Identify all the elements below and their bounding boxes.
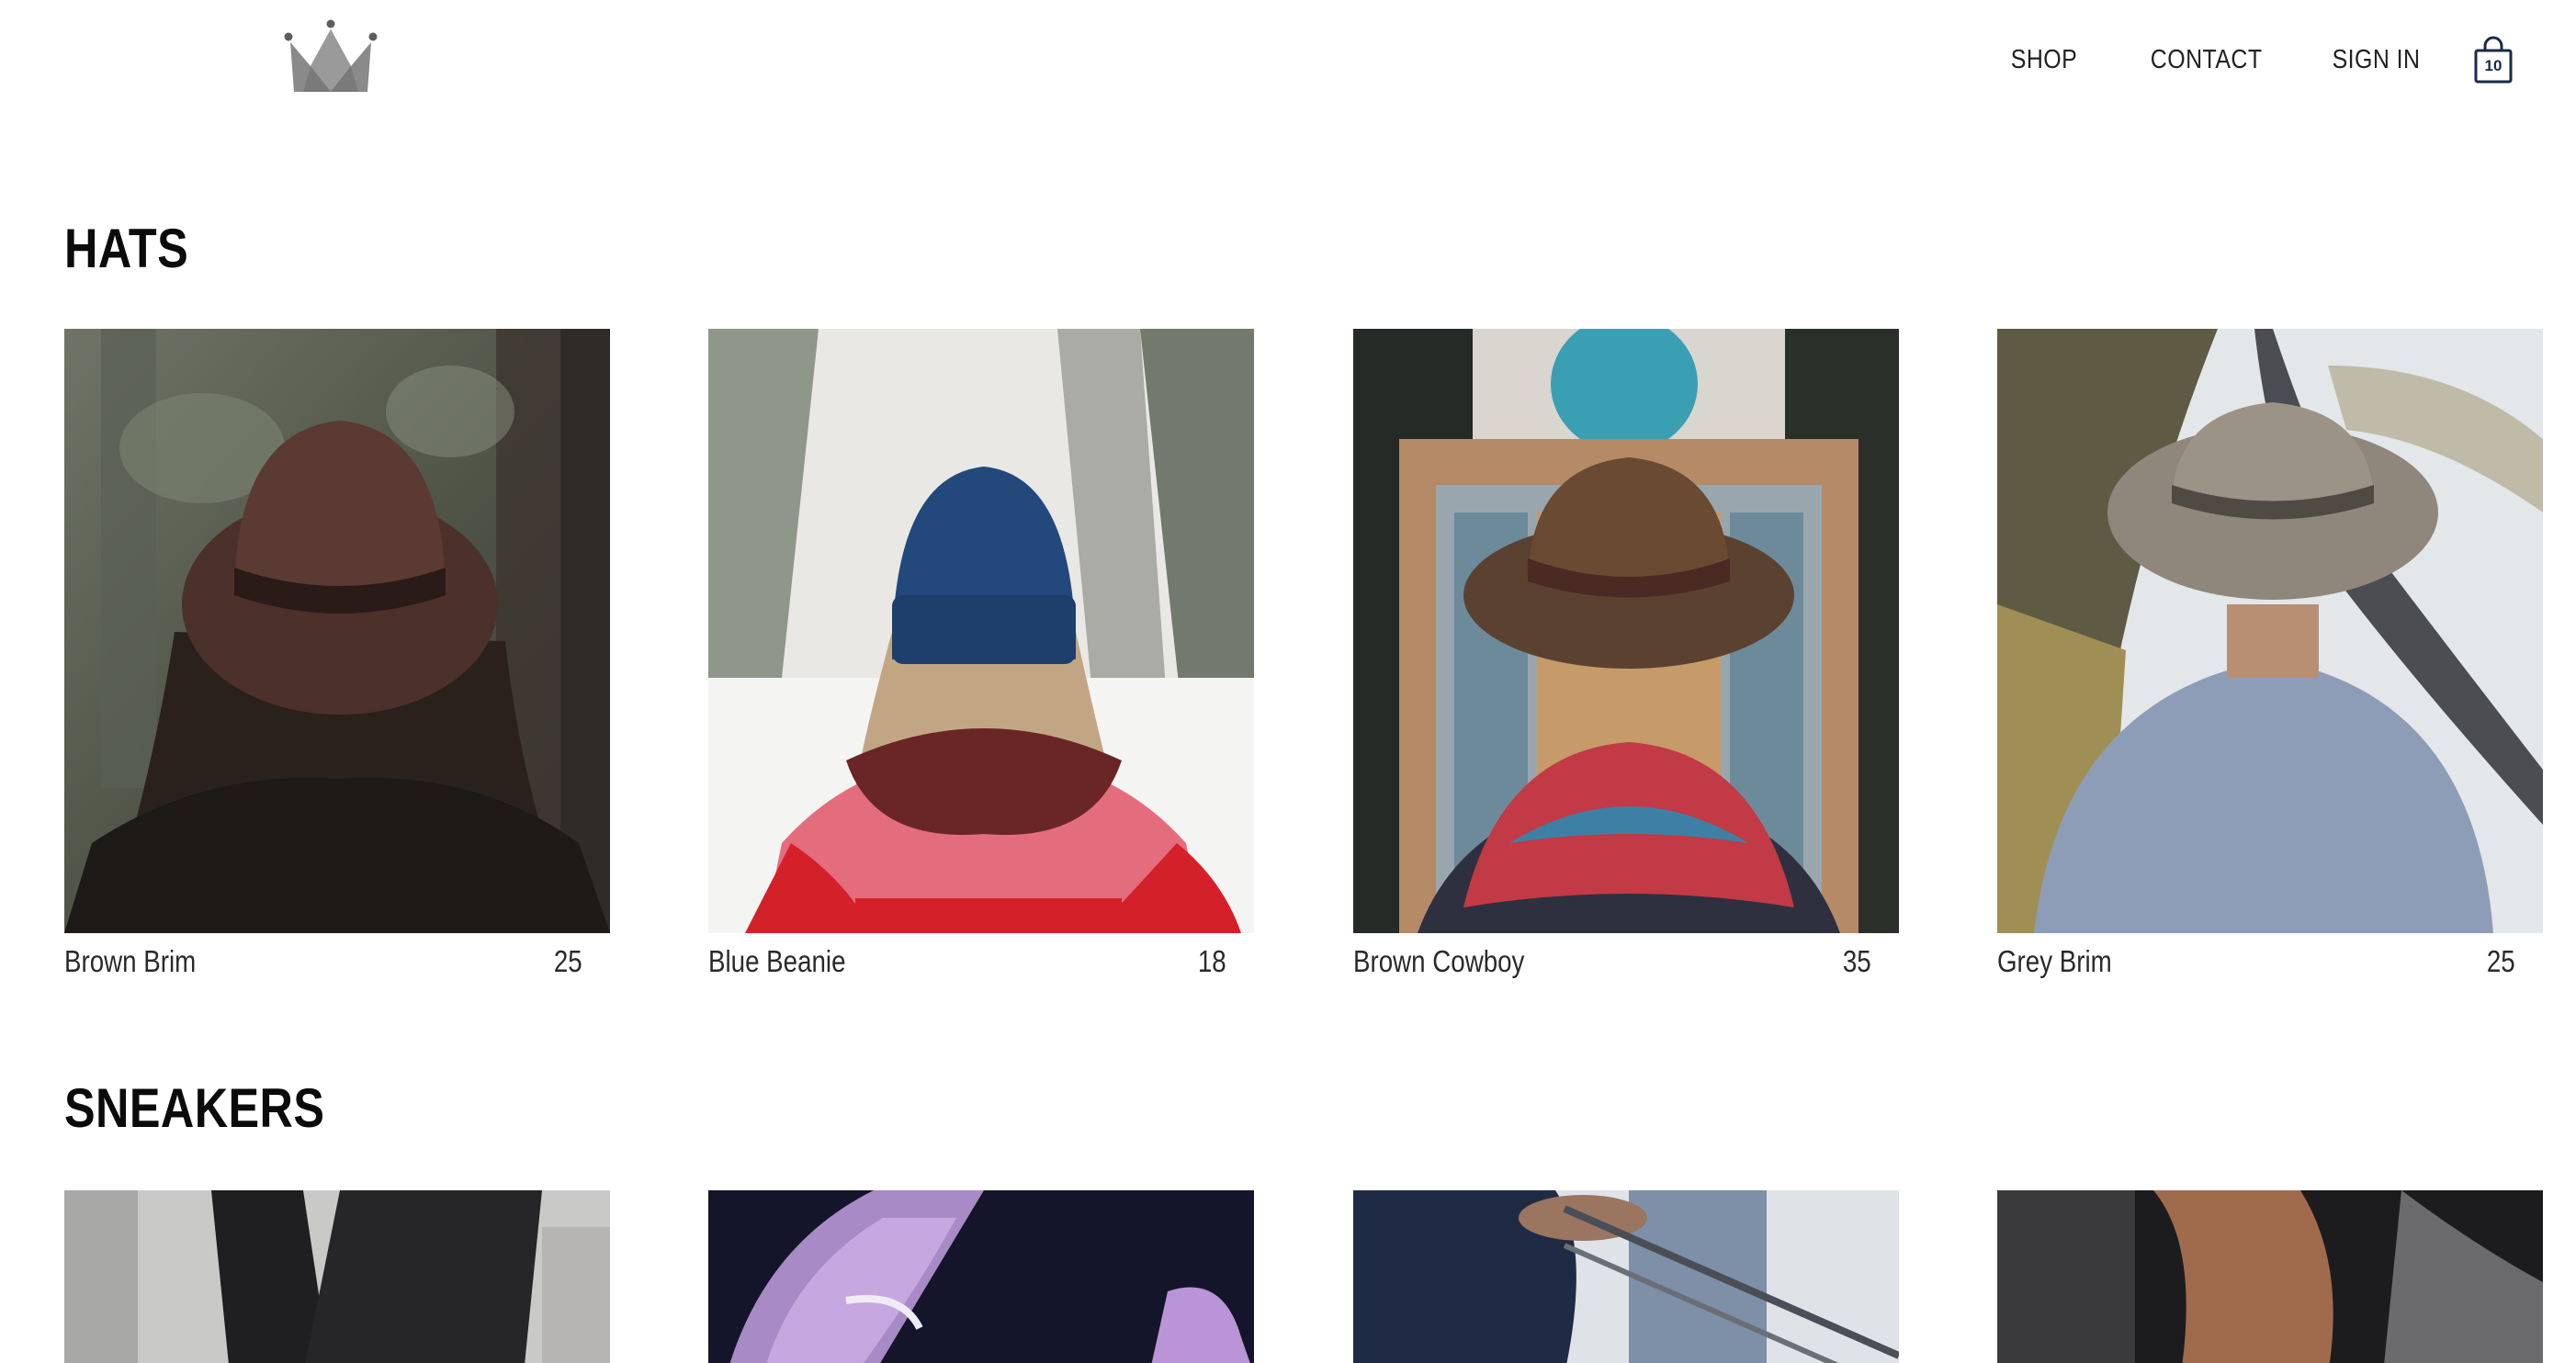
product-card[interactable]: Brown Brim 25 — [64, 329, 610, 988]
product-card[interactable] — [1997, 1190, 2543, 1363]
product-card[interactable] — [1353, 1190, 1899, 1363]
product-name: Brown Cowboy — [1353, 944, 1525, 978]
main-nav: SHOP CONTACT SIGN IN 10 — [2000, 35, 2515, 84]
product-caption: Brown Brim 25 — [64, 933, 610, 988]
product-name: Blue Beanie — [708, 944, 846, 978]
product-image[interactable] — [1353, 1190, 1899, 1363]
product-name: Grey Brim — [1997, 944, 2112, 978]
crown-logo-icon[interactable] — [283, 18, 378, 96]
product-image[interactable] — [708, 1190, 1254, 1363]
section-title-sneakers[interactable]: SNEAKERS — [64, 1076, 324, 1140]
nav-shop-link[interactable]: SHOP — [2011, 45, 2077, 75]
shop-page: SHOP CONTACT SIGN IN 10 HATS Brown Brim … — [0, 0, 2576, 1363]
product-image[interactable] — [64, 1190, 610, 1363]
product-caption: Blue Beanie 18 — [708, 933, 1254, 988]
product-card[interactable] — [708, 1190, 1254, 1363]
product-image[interactable] — [1997, 329, 2543, 933]
product-image[interactable] — [64, 329, 610, 933]
product-card[interactable] — [64, 1190, 610, 1363]
cart-count-badge: 10 — [2484, 57, 2503, 74]
product-image[interactable] — [1997, 1190, 2543, 1363]
product-price: 35 — [1843, 944, 1871, 978]
product-card[interactable]: Blue Beanie 18 — [708, 329, 1254, 988]
product-price: 18 — [1198, 944, 1226, 978]
product-name: Brown Brim — [64, 944, 197, 978]
product-price: 25 — [554, 944, 582, 978]
nav-sign-in-link[interactable]: SIGN IN — [2332, 45, 2420, 75]
product-card[interactable]: Grey Brim 25 — [1997, 329, 2543, 988]
product-image[interactable] — [708, 329, 1254, 933]
section-title-hats[interactable]: HATS — [64, 217, 188, 280]
nav-contact-link[interactable]: CONTACT — [2151, 45, 2263, 75]
cart-button[interactable]: 10 — [2471, 35, 2515, 84]
product-caption: Brown Cowboy 35 — [1353, 933, 1899, 988]
product-caption: Grey Brim 25 — [1997, 933, 2543, 988]
product-image[interactable] — [1353, 329, 1899, 933]
product-card[interactable]: Brown Cowboy 35 — [1353, 329, 1899, 988]
product-price: 25 — [2487, 944, 2515, 978]
